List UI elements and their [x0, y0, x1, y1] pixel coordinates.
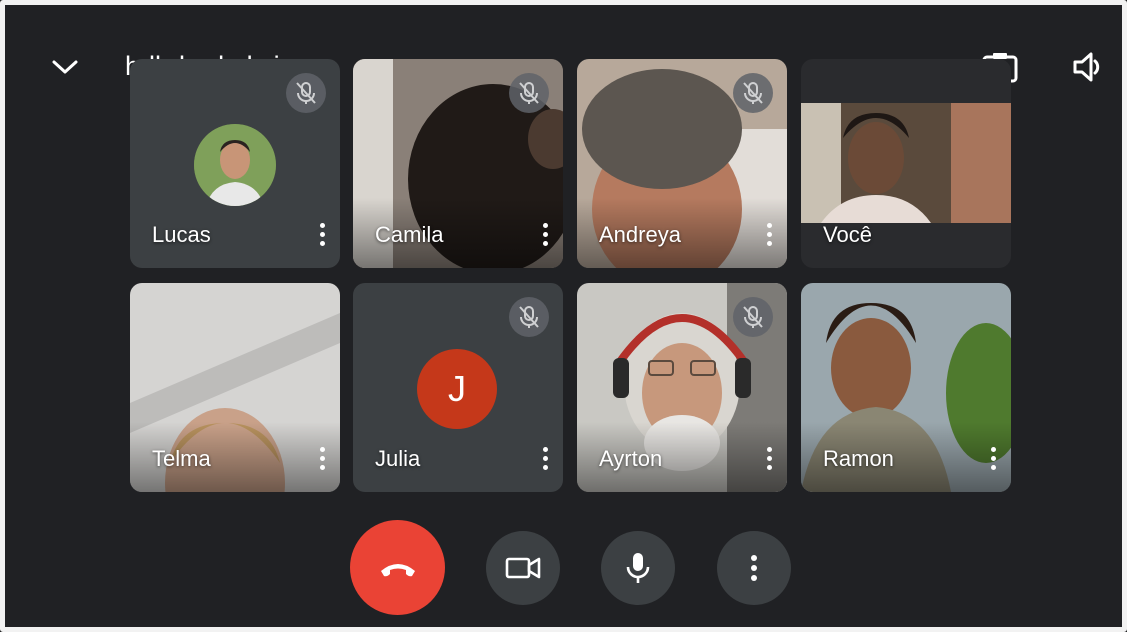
participant-tile-ayrton[interactable]: Ayrton — [577, 283, 787, 492]
end-call-button[interactable] — [350, 520, 445, 615]
participant-tile-julia[interactable]: J Julia — [353, 283, 563, 492]
mic-off-icon — [519, 306, 539, 328]
participant-name: Você — [823, 222, 872, 247]
participant-tile-telma[interactable]: Telma — [130, 283, 340, 492]
chevron-down-icon — [52, 60, 78, 74]
participant-tile-andreya[interactable]: Andreya — [577, 59, 787, 268]
phone-hangup-icon — [380, 563, 415, 576]
muted-indicator — [733, 297, 773, 337]
participant-tile-lucas[interactable]: Lucas — [130, 59, 340, 268]
volume-icon — [1073, 52, 1100, 82]
muted-indicator — [733, 73, 773, 113]
more-options-button[interactable] — [717, 531, 791, 605]
microphone-icon — [626, 553, 650, 583]
meeting-window: hdb-buds-kxi ▶ — [0, 0, 1127, 632]
participant-name: Andreya — [599, 222, 681, 247]
avatar: J — [417, 349, 497, 429]
muted-indicator — [509, 73, 549, 113]
participant-tile-camila[interactable]: Camila — [353, 59, 563, 268]
participant-name: Lucas — [152, 222, 211, 247]
camera-button[interactable] — [486, 531, 560, 605]
participant-name: Telma — [152, 446, 211, 471]
video-camera-icon — [505, 557, 541, 579]
more-vert-icon[interactable] — [761, 442, 777, 474]
more-vert-icon[interactable] — [314, 218, 330, 250]
participant-name: Camila — [375, 222, 444, 247]
participant-tile-voce[interactable]: Você — [801, 59, 1011, 268]
more-vert-icon[interactable] — [537, 218, 553, 250]
mic-off-icon — [743, 306, 763, 328]
more-vert-icon[interactable] — [314, 442, 330, 474]
microphone-button[interactable] — [601, 531, 675, 605]
participant-tile-ramon[interactable]: Ramon — [801, 283, 1011, 492]
participant-name: Ramon — [823, 446, 894, 471]
participant-name: Julia — [375, 446, 421, 471]
self-video — [801, 103, 1011, 223]
avatar — [194, 124, 276, 206]
mic-off-icon — [296, 82, 316, 104]
more-vert-icon[interactable] — [985, 442, 1001, 474]
speaker-button[interactable] — [1068, 47, 1108, 87]
muted-indicator — [509, 297, 549, 337]
mic-off-icon — [519, 82, 539, 104]
mic-off-icon — [743, 82, 763, 104]
muted-indicator — [286, 73, 326, 113]
participant-name: Ayrton — [599, 446, 663, 471]
more-vert-icon[interactable] — [537, 442, 553, 474]
more-vert-icon — [751, 555, 757, 581]
collapse-button[interactable] — [45, 49, 85, 85]
more-vert-icon[interactable] — [761, 218, 777, 250]
